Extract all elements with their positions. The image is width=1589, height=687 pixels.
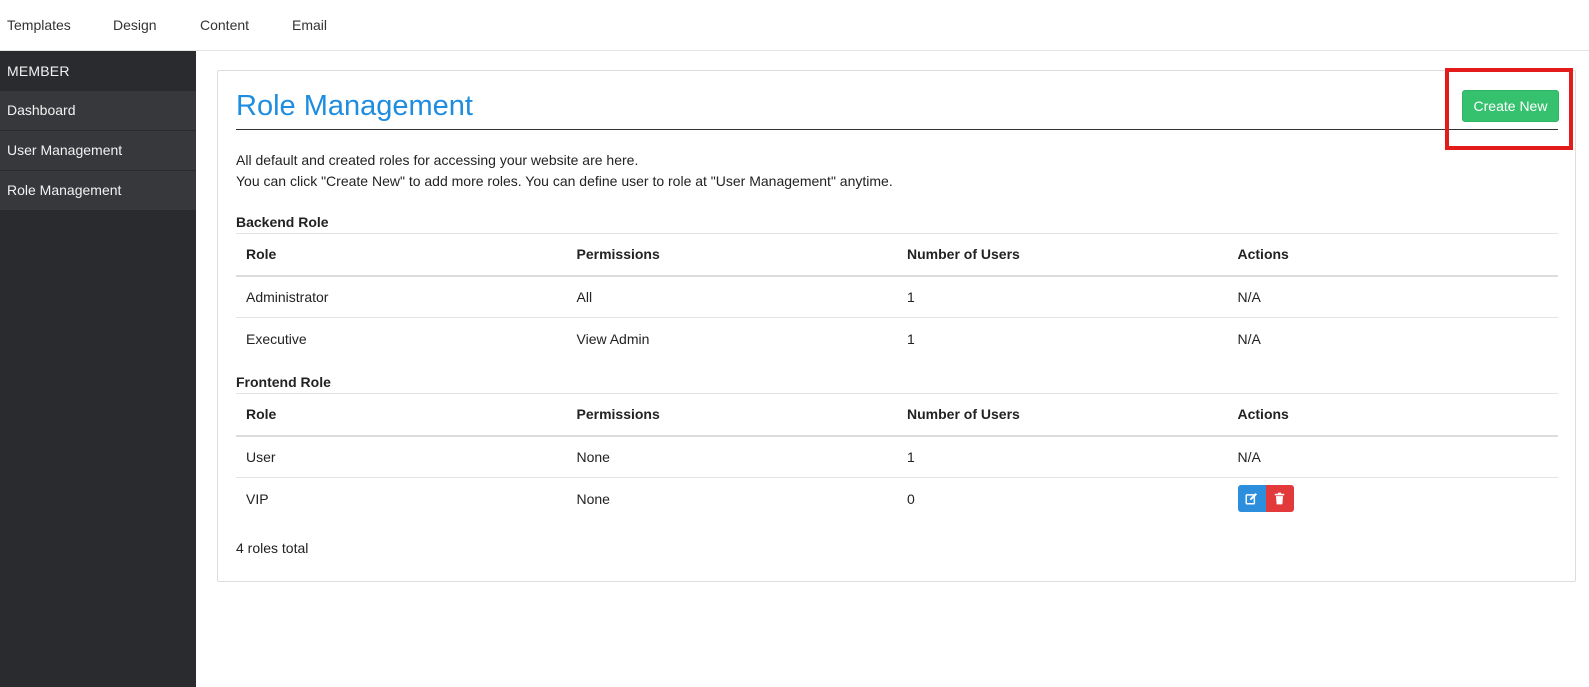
frontend-role-table: Role Permissions Number of Users Actions…: [236, 393, 1558, 520]
row-action-buttons: [1237, 485, 1294, 513]
column-header-permissions: Permissions: [566, 393, 897, 437]
edit-role-button[interactable]: [1237, 485, 1266, 513]
cell-actions: [1228, 478, 1559, 520]
cell-permissions: None: [566, 435, 897, 478]
delete-role-button[interactable]: [1265, 485, 1294, 513]
column-header-actions: Actions: [1227, 393, 1558, 437]
cell-actions: N/A: [1227, 275, 1558, 318]
column-header-permissions: Permissions: [566, 233, 897, 277]
table-header-row: Role Permissions Number of Users Actions: [236, 393, 1558, 437]
column-header-number-of-users: Number of Users: [897, 393, 1228, 437]
page-title: Role Management: [236, 90, 473, 122]
sidebar-item-role-management[interactable]: Role Management: [0, 170, 196, 210]
column-header-role: Role: [236, 393, 567, 437]
sidebar-item-dashboard[interactable]: Dashboard: [0, 90, 196, 130]
cell-permissions: None: [576, 490, 610, 507]
cell-number-of-users: 1: [897, 275, 1228, 318]
table-row: VIP None 0: [236, 478, 1558, 520]
intro-text-line-2: You can click "Create New" to add more r…: [236, 173, 893, 189]
top-nav: Templates Design Content Email: [0, 0, 1589, 51]
cell-number-of-users: 0: [907, 490, 915, 507]
cell-role: Administrator: [236, 275, 567, 318]
cell-role: User: [236, 435, 567, 478]
backend-role-table: Role Permissions Number of Users Actions…: [236, 233, 1558, 360]
cell-actions: N/A: [1237, 330, 1261, 347]
title-divider: [236, 129, 1558, 130]
sidebar-heading: MEMBER: [7, 63, 70, 79]
sidebar: MEMBER Dashboard User Management Role Ma…: [0, 51, 196, 687]
roles-total-count: 4 roles total: [236, 540, 309, 556]
trash-icon: [1274, 492, 1285, 505]
sidebar-item-user-management[interactable]: User Management: [0, 130, 196, 170]
nav-item-templates[interactable]: Templates: [7, 17, 71, 33]
cell-number-of-users: 1: [907, 330, 915, 347]
cell-permissions: View Admin: [576, 330, 650, 347]
nav-item-content[interactable]: Content: [200, 17, 249, 33]
role-management-panel: Role Management Create New All default a…: [217, 70, 1576, 582]
table-row: User None 1 N/A: [236, 435, 1558, 478]
create-new-button[interactable]: Create New: [1462, 90, 1559, 122]
column-header-number-of-users: Number of Users: [897, 233, 1228, 277]
cell-number-of-users: 1: [897, 435, 1228, 478]
column-header-role: Role: [236, 233, 567, 277]
table-row: Administrator All 1 N/A: [236, 275, 1558, 318]
column-header-actions: Actions: [1227, 233, 1558, 277]
cell-permissions: All: [566, 275, 897, 318]
table-header-row: Role Permissions Number of Users Actions: [236, 233, 1558, 277]
nav-item-design[interactable]: Design: [113, 17, 157, 33]
table-row: Executive View Admin 1 N/A: [236, 318, 1558, 360]
edit-icon: [1245, 493, 1258, 505]
cell-actions: N/A: [1227, 435, 1558, 478]
cell-role: Executive: [246, 330, 307, 347]
nav-item-email[interactable]: Email: [292, 17, 327, 33]
intro-text-line-1: All default and created roles for access…: [236, 152, 639, 168]
backend-role-heading: Backend Role: [236, 214, 329, 230]
frontend-role-heading: Frontend Role: [236, 374, 331, 390]
cell-role: VIP: [246, 490, 269, 507]
